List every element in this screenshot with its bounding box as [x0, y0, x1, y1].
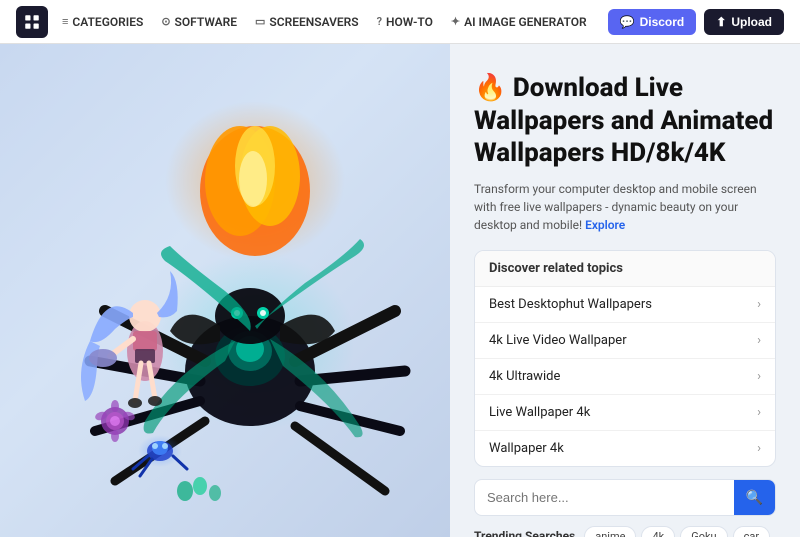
nav-howto[interactable]: ? HOW-TO [377, 15, 433, 29]
discord-label: Discord [640, 15, 685, 29]
nav-categories[interactable]: ≡ CATEGORIES [62, 15, 143, 29]
chevron-icon-5: › [757, 441, 761, 456]
main-content: 🔥 Download Live Wallpapers and Animated … [0, 44, 800, 537]
fire-emoji: 🔥 [474, 73, 506, 103]
chevron-icon-1: › [757, 297, 761, 312]
related-topics-header: Discover related topics [475, 251, 775, 287]
related-item-4[interactable]: Live Wallpaper 4k › [475, 395, 775, 431]
navbar: ≡ CATEGORIES ⊙ SOFTWARE ▭ SCREENSAVERS ?… [0, 0, 800, 44]
categories-label: CATEGORIES [72, 15, 143, 29]
search-bar: 🔍 [474, 479, 776, 516]
search-icon: 🔍 [746, 489, 763, 506]
hero-image-panel [0, 44, 450, 537]
ai-icon: ✦ [451, 15, 460, 28]
nav-ai-image[interactable]: ✦ AI IMAGE GENERATOR [451, 15, 587, 29]
trending-searches: Trending Searches anime 4k Goku car girl… [474, 526, 776, 537]
ai-image-label: AI IMAGE GENERATOR [464, 15, 587, 29]
discord-icon: 💬 [620, 15, 635, 29]
tag-goku[interactable]: Goku [680, 526, 727, 537]
software-label: SOFTWARE [175, 15, 237, 29]
nav-software[interactable]: ⊙ SOFTWARE [161, 15, 237, 29]
tag-anime[interactable]: anime [584, 526, 636, 537]
upload-label: Upload [731, 15, 772, 29]
chevron-icon-4: › [757, 405, 761, 420]
upload-icon: ⬆ [716, 15, 726, 29]
categories-icon: ≡ [62, 15, 68, 28]
hero-illustration [15, 61, 435, 521]
related-item-3-label: 4k Ultrawide [489, 369, 560, 384]
related-item-1-label: Best Desktophut Wallpapers [489, 297, 652, 312]
chevron-icon-3: › [757, 369, 761, 384]
search-button[interactable]: 🔍 [734, 480, 775, 515]
explore-link[interactable]: Explore [585, 218, 625, 232]
hero-title: 🔥 Download Live Wallpapers and Animated … [474, 72, 776, 170]
search-input[interactable] [475, 481, 734, 514]
hero-title-text: Download Live Wallpapers and Animated Wa… [474, 73, 773, 168]
related-item-4-label: Live Wallpaper 4k [489, 405, 590, 420]
chevron-icon-2: › [757, 333, 761, 348]
screensavers-icon: ▭ [255, 15, 265, 28]
upload-button[interactable]: ⬆ Upload [704, 9, 784, 35]
related-item-2-label: 4k Live Video Wallpaper [489, 333, 627, 348]
hero-subtitle: Transform your computer desktop and mobi… [474, 180, 764, 234]
tag-4k[interactable]: 4k [641, 526, 675, 537]
related-item-3[interactable]: 4k Ultrawide › [475, 359, 775, 395]
related-item-1[interactable]: Best Desktophut Wallpapers › [475, 287, 775, 323]
hero-image [0, 44, 450, 537]
howto-icon: ? [377, 15, 382, 28]
software-icon: ⊙ [161, 15, 170, 28]
tag-car[interactable]: car [733, 526, 770, 537]
related-topics-box: Discover related topics Best Desktophut … [474, 250, 776, 467]
logo-icon [23, 13, 41, 31]
related-item-2[interactable]: 4k Live Video Wallpaper › [475, 323, 775, 359]
screensavers-label: SCREENSAVERS [269, 15, 358, 29]
howto-label: HOW-TO [386, 15, 433, 29]
nav-actions: 💬 Discord ⬆ Upload [608, 9, 784, 35]
related-item-5-label: Wallpaper 4k [489, 441, 564, 456]
right-panel: 🔥 Download Live Wallpapers and Animated … [450, 44, 800, 537]
discord-button[interactable]: 💬 Discord [608, 9, 697, 35]
related-item-5[interactable]: Wallpaper 4k › [475, 431, 775, 466]
trending-label: Trending Searches [474, 529, 575, 537]
nav-screensavers[interactable]: ▭ SCREENSAVERS [255, 15, 359, 29]
nav-items: ≡ CATEGORIES ⊙ SOFTWARE ▭ SCREENSAVERS ?… [62, 15, 608, 29]
site-logo[interactable] [16, 6, 48, 38]
